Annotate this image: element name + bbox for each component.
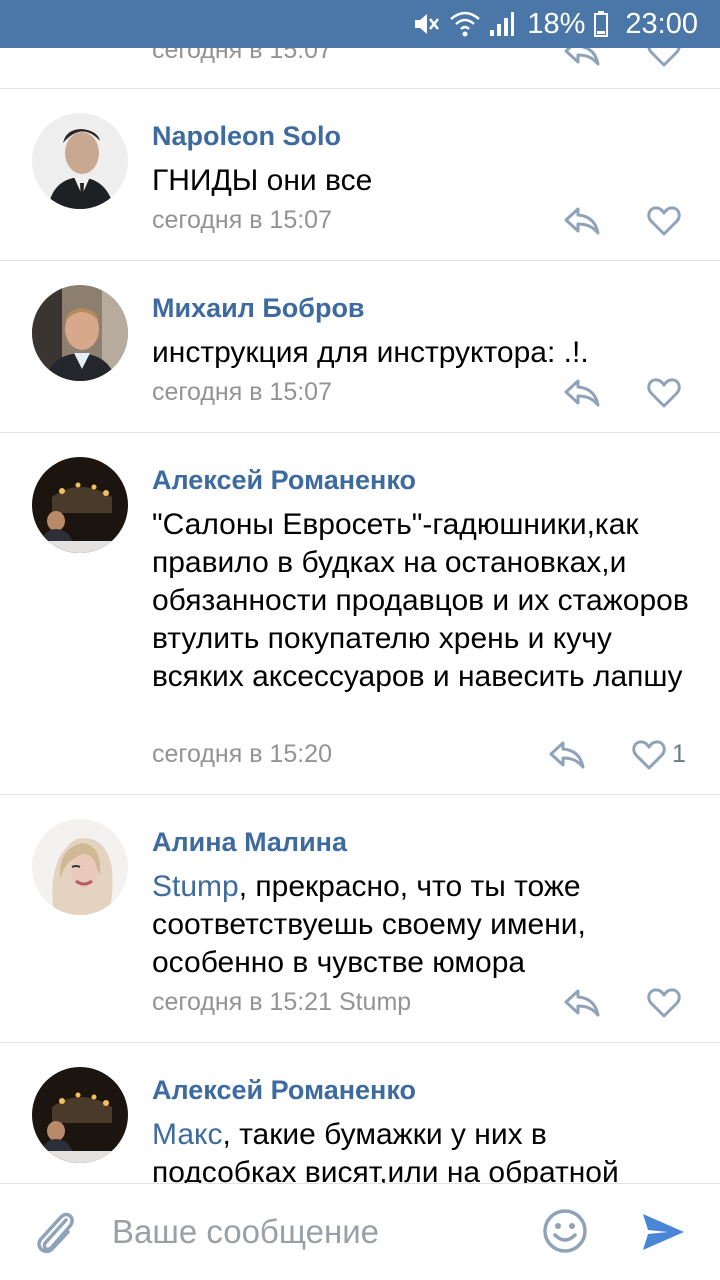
comment-item: Алексей Романенко Макс, такие бумажки у … bbox=[0, 1042, 720, 1183]
comment-text: Макс, такие бумажки у них в подсобках ви… bbox=[152, 1116, 692, 1183]
mention-link[interactable]: Макс bbox=[152, 1118, 222, 1151]
avatar[interactable] bbox=[32, 819, 128, 915]
reply-icon[interactable] bbox=[562, 375, 602, 409]
comment-time: сегодня в 15:07 bbox=[152, 378, 332, 406]
like-icon[interactable] bbox=[647, 987, 681, 1019]
attach-icon[interactable] bbox=[32, 1206, 80, 1263]
comment-text: "Салоны Евросеть"-гадюшники,как правило … bbox=[152, 508, 689, 693]
partial-comment: сегодня в 15:07 bbox=[0, 48, 720, 88]
message-composer bbox=[0, 1183, 720, 1280]
smile-icon[interactable] bbox=[542, 1208, 588, 1259]
reply-icon[interactable] bbox=[562, 985, 602, 1019]
avatar[interactable] bbox=[32, 457, 128, 553]
comment-text-body: , такие бумажки у них в подсобках висят,… bbox=[152, 1118, 619, 1183]
like-icon[interactable] bbox=[632, 739, 666, 771]
battery-percent: 18% bbox=[527, 7, 586, 40]
comment-text: ГНИДЫ они все bbox=[152, 164, 373, 197]
signal-icon bbox=[489, 10, 515, 38]
comment-author[interactable]: Алексей Романенко bbox=[152, 465, 416, 496]
comment-item: Алексей Романенко "Салоны Евросеть"-гадю… bbox=[0, 432, 720, 794]
comment-author[interactable]: Алексей Романенко bbox=[152, 1075, 416, 1106]
comment-author[interactable]: Napoleon Solo bbox=[152, 121, 341, 152]
like-icon[interactable] bbox=[647, 205, 681, 237]
reply-icon[interactable] bbox=[562, 48, 602, 73]
like-icon[interactable] bbox=[647, 377, 681, 409]
avatar[interactable] bbox=[32, 285, 128, 381]
battery-icon bbox=[593, 10, 609, 38]
like-count: 1 bbox=[672, 740, 686, 768]
comments-feed[interactable]: сегодня в 15:07 Napoleon Solo ГНИДЫ они … bbox=[0, 48, 720, 1183]
mute-icon bbox=[411, 9, 441, 39]
reply-icon[interactable] bbox=[547, 737, 587, 771]
reply-icon[interactable] bbox=[562, 203, 602, 237]
avatar[interactable] bbox=[32, 113, 128, 209]
comment-time: сегодня в 15:21 Stump bbox=[152, 988, 412, 1016]
comment-item: Михаил Бобров инструкция для инструктора… bbox=[0, 260, 720, 432]
comment-time: сегодня в 15:07 bbox=[152, 206, 332, 234]
status-icons: 18% 23:00 bbox=[411, 0, 698, 48]
comment-item: Алина Малина Stump, прекрасно, что ты то… bbox=[0, 794, 720, 1042]
comment-item: Napoleon Solo ГНИДЫ они все сегодня в 15… bbox=[0, 88, 720, 260]
like-icon[interactable] bbox=[647, 48, 681, 73]
comment-time: сегодня в 15:07 bbox=[152, 48, 332, 64]
comment-author[interactable]: Алина Малина bbox=[152, 827, 347, 858]
comment-text: инструкция для инструктора: .!. bbox=[152, 336, 589, 369]
comment-time: сегодня в 15:20 bbox=[152, 740, 332, 768]
clock: 23:00 bbox=[625, 7, 698, 40]
comment-text: Stump, прекрасно, что ты тоже соответств… bbox=[152, 868, 692, 982]
wifi-icon bbox=[449, 10, 481, 38]
status-bar: 18% 23:00 bbox=[0, 0, 720, 48]
avatar[interactable] bbox=[32, 1067, 128, 1163]
message-input[interactable] bbox=[112, 1206, 512, 1258]
send-icon[interactable] bbox=[640, 1210, 686, 1259]
mention-link[interactable]: Stump bbox=[152, 870, 239, 903]
comment-author[interactable]: Михаил Бобров bbox=[152, 293, 365, 324]
